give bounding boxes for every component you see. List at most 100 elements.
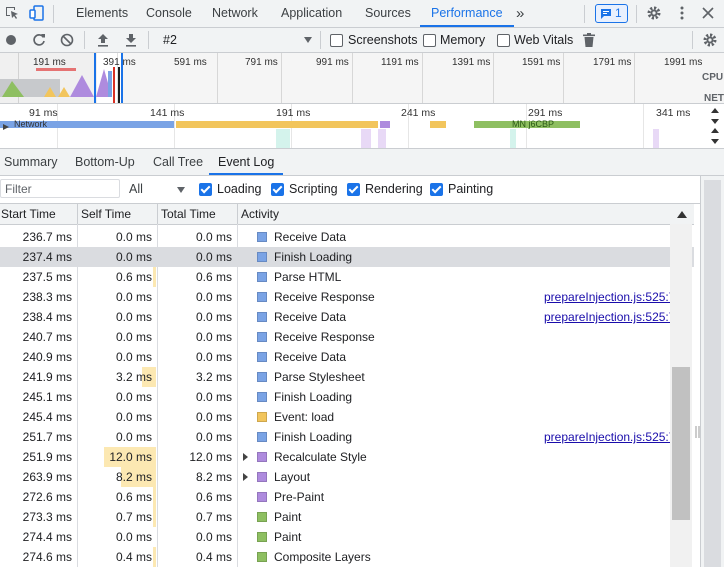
memory-checkbox[interactable]: [423, 34, 436, 47]
category-color-swatch: [257, 492, 267, 502]
flame-scroll-arrows[interactable]: [710, 106, 720, 146]
activity-cell: Receive Response: [274, 330, 375, 344]
table-row[interactable]: 237.4 ms 0.0 ms 0.0 ms Finish Loading: [0, 247, 694, 267]
flame-chart[interactable]: 91 ms 141 ms 191 ms 241 ms 291 ms 341 ms…: [0, 104, 724, 149]
activity-cell: Recalculate Style: [274, 450, 367, 464]
table-row[interactable]: 245.1 ms 0.0 ms 0.0 ms Finish Loading: [0, 387, 694, 407]
table-row[interactable]: 237.5 ms 0.6 ms 0.6 ms Parse HTML: [0, 267, 694, 287]
upload-icon[interactable]: [93, 30, 113, 50]
scripting-bar[interactable]: [430, 121, 446, 128]
total-time-cell: 0.6 ms: [195, 270, 232, 284]
table-row[interactable]: 272.6 ms 0.6 ms 0.6 ms Pre-Paint: [0, 487, 694, 507]
column-divider[interactable]: [77, 204, 78, 224]
timeline-overview[interactable]: 191 ms 391 ms 591 ms 791 ms 991 ms 1191 …: [0, 53, 724, 104]
category-color-swatch: [257, 312, 267, 322]
table-row[interactable]: 240.7 ms 0.0 ms 0.0 ms Receive Response: [0, 327, 694, 347]
tab-performance[interactable]: Performance: [420, 0, 514, 27]
collect-garbage-trash-icon[interactable]: [579, 30, 599, 50]
column-header-activity[interactable]: Activity: [241, 204, 279, 224]
profile-select[interactable]: #2: [155, 28, 317, 52]
more-options-kebab-icon[interactable]: [672, 3, 692, 23]
divider: [320, 31, 321, 49]
close-icon[interactable]: [698, 3, 718, 23]
table-row[interactable]: 274.4 ms 0.0 ms 0.0 ms Paint: [0, 527, 694, 547]
source-link[interactable]: prepareInjection.js:525:7: [544, 287, 670, 307]
inspect-element-icon[interactable]: [2, 3, 22, 23]
issues-counter-button[interactable]: 1: [595, 4, 628, 23]
table-row[interactable]: 251.7 ms 0.0 ms 0.0 ms Finish Loading prepar…: [0, 427, 694, 447]
column-header-total-time[interactable]: Total Time: [161, 204, 216, 224]
side-pane-scrollbar-thumb[interactable]: [704, 180, 721, 567]
scripting-checkbox[interactable]: [271, 183, 284, 196]
more-tabs-button[interactable]: »: [516, 0, 524, 27]
reload-profile-icon[interactable]: [29, 30, 49, 50]
column-divider[interactable]: [157, 204, 158, 224]
expand-row-icon[interactable]: [243, 473, 248, 481]
tab-sources[interactable]: Sources: [365, 0, 411, 27]
start-time-cell: 237.4 ms: [22, 250, 72, 264]
scripting-bar[interactable]: [176, 121, 378, 128]
total-time-cell: 0.4 ms: [195, 550, 232, 564]
expand-network-icon[interactable]: [3, 124, 9, 130]
selection-handle-right[interactable]: [121, 53, 123, 103]
sort-ascending-icon[interactable]: [677, 211, 687, 218]
painting-checkbox[interactable]: [430, 183, 443, 196]
tab-console[interactable]: Console: [146, 0, 192, 27]
column-header-self-time[interactable]: Self Time: [81, 204, 131, 224]
self-time-cell: 12.0 ms: [109, 450, 152, 464]
device-toolbar-icon[interactable]: [27, 3, 47, 23]
source-link[interactable]: prepareInjection.js:525:7: [544, 307, 670, 327]
tab-network[interactable]: Network: [212, 0, 258, 27]
total-time-cell: 0.0 ms: [195, 530, 232, 544]
tab-bottom-up[interactable]: Bottom-Up: [75, 149, 135, 175]
self-time-cell: 0.0 ms: [115, 530, 152, 544]
table-row[interactable]: 251.9 ms 12.0 ms 12.0 ms Recalculate Style: [0, 447, 694, 467]
table-row[interactable]: 238.3 ms 0.0 ms 0.0 ms Receive Response prep…: [0, 287, 694, 307]
tab-call-tree[interactable]: Call Tree: [153, 149, 203, 175]
total-time-cell: 12.0 ms: [189, 450, 232, 464]
total-time-cell: 0.0 ms: [195, 250, 232, 264]
clear-icon[interactable]: [57, 30, 77, 50]
duration-filter-select[interactable]: All: [124, 176, 188, 203]
download-icon[interactable]: [121, 30, 141, 50]
selection-handle-left[interactable]: [94, 53, 96, 103]
column-divider[interactable]: [237, 204, 238, 224]
tab-elements[interactable]: Elements: [76, 0, 128, 27]
rendering-bar[interactable]: [380, 121, 390, 128]
tab-summary[interactable]: Summary: [4, 149, 57, 175]
memory-label: Memory: [440, 33, 486, 47]
pane-resize-handle[interactable]: [695, 426, 700, 438]
web-vitals-checkbox[interactable]: [497, 34, 510, 47]
total-time-cell: 3.2 ms: [195, 370, 232, 384]
filter-input[interactable]: [0, 179, 120, 198]
expand-row-icon[interactable]: [243, 453, 248, 461]
category-color-swatch: [257, 472, 267, 482]
start-time-cell: 245.4 ms: [22, 410, 72, 424]
category-color-swatch: [257, 352, 267, 362]
table-row[interactable]: 245.4 ms 0.0 ms 0.0 ms Event: load: [0, 407, 694, 427]
total-time-cell: 0.0 ms: [195, 310, 232, 324]
self-time-heat-bar: [153, 547, 156, 567]
rendering-checkbox[interactable]: [347, 183, 360, 196]
column-header-start-time[interactable]: Start Time: [1, 204, 56, 224]
table-row[interactable]: 241.9 ms 3.2 ms 3.2 ms Parse Stylesheet: [0, 367, 694, 387]
loading-checkbox[interactable]: [199, 183, 212, 196]
table-row[interactable]: 263.9 ms 8.2 ms 8.2 ms Layout: [0, 467, 694, 487]
table-scrollbar-thumb[interactable]: [672, 367, 690, 520]
tab-application[interactable]: Application: [281, 0, 342, 27]
table-row[interactable]: 240.9 ms 0.0 ms 0.0 ms Receive Data: [0, 347, 694, 367]
screenshots-checkbox[interactable]: [330, 34, 343, 47]
flame-block-teal: [510, 129, 516, 148]
table-row[interactable]: 238.4 ms 0.0 ms 0.0 ms Receive Data prepareI…: [0, 307, 694, 327]
table-row[interactable]: 273.3 ms 0.7 ms 0.7 ms Paint: [0, 507, 694, 527]
tab-event-log[interactable]: Event Log: [209, 149, 284, 175]
issues-count: 1: [615, 6, 622, 20]
table-row[interactable]: 274.6 ms 0.4 ms 0.4 ms Composite Layers: [0, 547, 694, 567]
source-link[interactable]: prepareInjection.js:525:7: [544, 427, 670, 447]
table-row[interactable]: 236.7 ms 0.0 ms 0.0 ms Receive Data: [0, 227, 694, 247]
settings-gear-icon[interactable]: [644, 3, 664, 23]
capture-settings-gear-icon[interactable]: [700, 30, 720, 50]
performance-toolbar: #2 Screenshots Memory Web Vitals: [0, 28, 724, 53]
record-icon[interactable]: [1, 30, 21, 50]
category-color-swatch: [257, 332, 267, 342]
